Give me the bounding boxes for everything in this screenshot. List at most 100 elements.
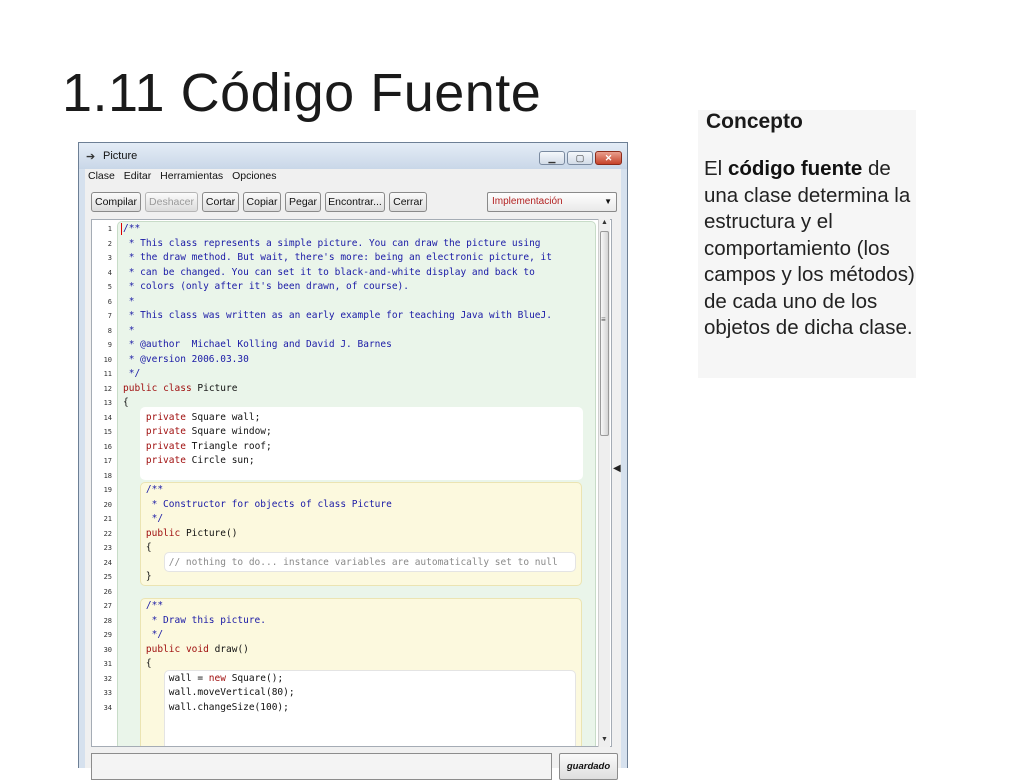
line-number: 12 [103, 384, 112, 393]
code-line[interactable]: * @author Michael Kolling and David J. B… [123, 339, 392, 351]
find-button[interactable]: Encontrar... [325, 192, 385, 212]
slide-title: 1.11 Código Fuente [62, 63, 542, 123]
code-line[interactable]: { [123, 542, 152, 554]
line-number: 18 [103, 471, 112, 480]
code-line[interactable]: wall.changeSize(100); [123, 702, 289, 714]
line-number: 24 [103, 558, 112, 567]
code-line[interactable]: private Square window; [123, 426, 272, 438]
text-cursor [121, 223, 122, 235]
code-line[interactable]: { [123, 658, 152, 670]
line-number: 5 [107, 283, 112, 291]
collapse-arrow-icon[interactable]: ◀ [613, 463, 621, 474]
line-number: 25 [103, 573, 112, 581]
line-number: 21 [103, 515, 112, 523]
line-number: 11 [103, 370, 112, 378]
line-number: 2 [107, 239, 112, 248]
paste-button[interactable]: Pegar [285, 192, 321, 212]
code-line[interactable]: wall.moveVertical(80); [123, 687, 295, 699]
line-number: 8 [107, 326, 112, 335]
code-line[interactable]: * [123, 325, 135, 337]
code-line[interactable]: * can be changed. You can set it to blac… [123, 267, 535, 279]
concept-title: Concepto [706, 110, 803, 133]
code-line[interactable]: { [123, 397, 129, 409]
line-number: 6 [107, 297, 112, 306]
line-number: 28 [103, 616, 112, 625]
code-line[interactable]: public Picture() [123, 528, 238, 540]
code-line[interactable]: * @version 2006.03.30 [123, 354, 249, 366]
line-number: 14 [103, 413, 112, 422]
code-line[interactable]: /** [123, 223, 140, 235]
window-title: Picture [103, 150, 138, 162]
toolbar: Compilar Deshacer Cortar Copiar Pegar En… [85, 189, 621, 217]
menu-bar: Clase Editar Herramientas Opciones [85, 169, 621, 185]
code-line[interactable]: /** [123, 484, 163, 496]
code-editor[interactable]: 1 /** 2 * This class represents a simple p… [91, 219, 612, 747]
line-number: 29 [103, 631, 112, 639]
chevron-down-icon: ▼ [604, 197, 612, 206]
code-line[interactable]: * Constructor for objects of class Pictu… [123, 499, 392, 511]
code-line[interactable]: * colors (only after it's been drawn, of… [123, 281, 409, 293]
menu-opciones[interactable]: Opciones [232, 169, 276, 184]
bluej-editor-window: ➔ Picture ▁ ▢ ✕ Clase Editar Herramienta… [78, 142, 628, 780]
scroll-down-arrow-icon[interactable]: ▼ [599, 736, 610, 747]
copy-button[interactable]: Copiar [243, 192, 281, 212]
code-line[interactable]: public void draw() [123, 644, 249, 656]
code-line[interactable]: public class Picture [123, 383, 237, 395]
line-number: 9 [107, 341, 112, 349]
scroll-grip-icon: ≡ [601, 315, 606, 324]
code-line[interactable]: } [123, 571, 152, 583]
line-number: 7 [107, 312, 112, 320]
scroll-thumb[interactable] [600, 231, 609, 436]
code-line[interactable]: * This class represents a simple picture… [123, 238, 541, 250]
compile-button[interactable]: Compilar [91, 192, 141, 212]
line-number: 26 [103, 587, 112, 596]
vertical-scrollbar[interactable]: ▲ ≡ ▼ [598, 219, 610, 747]
code-line[interactable]: * [123, 296, 135, 308]
code-line[interactable]: wall = new Square(); [123, 673, 283, 685]
maximize-button[interactable]: ▢ [567, 151, 593, 165]
line-number: 1 [107, 225, 112, 233]
scroll-up-arrow-icon[interactable]: ▲ [599, 219, 610, 230]
menu-herramientas[interactable]: Herramientas [160, 169, 223, 184]
window-client: Clase Editar Herramientas Opciones Compi… [85, 169, 621, 780]
app-icon: ➔ [86, 151, 96, 163]
line-number: 31 [103, 660, 112, 668]
line-number: 13 [103, 399, 112, 407]
line-number: 20 [103, 500, 112, 509]
undo-button[interactable]: Deshacer [145, 192, 198, 212]
title-bar[interactable]: ➔ Picture ▁ ▢ ✕ [79, 143, 627, 169]
line-number: 4 [107, 268, 112, 277]
line-number: 32 [103, 674, 112, 683]
code-line[interactable]: */ [123, 368, 140, 380]
concept-term: código fuente [727, 157, 863, 180]
code-line[interactable]: private Square wall; [123, 412, 260, 424]
concept-box: Concepto El código fuente de una clase d… [698, 110, 916, 378]
line-number: 3 [107, 254, 112, 262]
minimize-button[interactable]: ▁ [539, 151, 565, 165]
line-number: 10 [103, 355, 112, 364]
line-number: 23 [103, 544, 112, 552]
line-number: 22 [103, 529, 112, 538]
code-line[interactable]: private Circle sun; [123, 455, 255, 467]
line-number: 30 [103, 645, 112, 654]
menu-clase[interactable]: Clase [88, 169, 115, 184]
saved-status-button[interactable]: guardado [559, 753, 618, 780]
view-select[interactable]: Implementación ▼ [487, 192, 617, 212]
code-line[interactable]: private Triangle roof; [123, 441, 272, 453]
concept-text-part: El [704, 157, 728, 180]
line-number: 19 [103, 486, 112, 494]
close-window-button[interactable]: ✕ [595, 151, 622, 165]
code-line[interactable]: // nothing to do... instance variables a… [123, 557, 558, 569]
cut-button[interactable]: Cortar [202, 192, 239, 212]
menu-editar[interactable]: Editar [124, 169, 151, 184]
code-line[interactable]: */ [123, 629, 163, 641]
code-line[interactable]: */ [123, 513, 163, 525]
code-line[interactable]: * the draw method. But wait, there's mor… [123, 252, 552, 264]
code-line[interactable]: * This class was written as an early exa… [123, 310, 552, 322]
concept-text-part: de una clase determina la estructura y e… [704, 157, 915, 339]
close-button[interactable]: Cerrar [389, 192, 427, 212]
code-line[interactable]: /** [123, 600, 163, 612]
code-line[interactable]: * Draw this picture. [123, 615, 266, 627]
concept-text: El código fuente de una clase determina … [704, 156, 918, 342]
view-select-value: Implementación [492, 196, 563, 207]
